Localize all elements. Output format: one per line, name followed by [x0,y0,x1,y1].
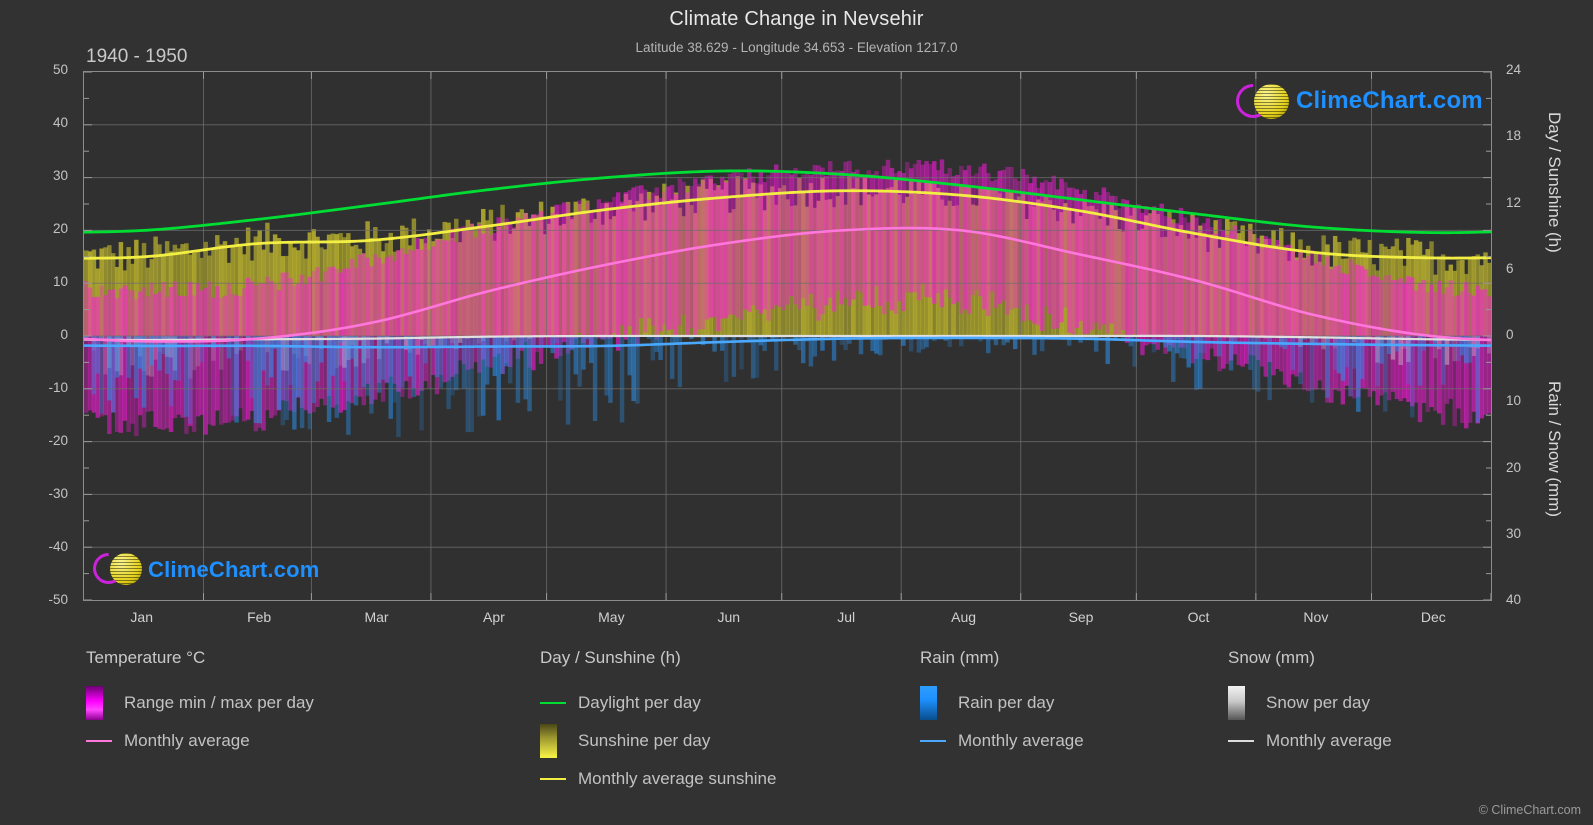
x-tick-jul: Jul [837,609,856,625]
legend-swatch-icon [540,724,557,758]
legend-group-rain-mm: Rain (mm) Rain per day Monthly average [920,648,1084,760]
legend-group-temperature-c: Temperature °C Range min / max per day Mon… [86,648,314,760]
chart-legend: Temperature °C Range min / max per day Mon… [0,648,1593,798]
legend-group-day-sunshine-h: Day / Sunshine (h) Daylight per day Sunshi… [540,648,776,798]
legend-item[interactable]: Daylight per day [540,684,776,722]
y-tick-right-top-0: 0 [1506,327,1514,342]
legend-item-label: Daylight per day [578,693,701,712]
watermark-text-top: ClimeChart.com [1296,87,1483,114]
legend-marker [540,724,578,758]
y-tick-right-top-18: 18 [1506,128,1522,144]
x-tick-dec: Dec [1420,609,1446,625]
legend-item-label: Monthly average [1266,731,1392,750]
y-tick-left--40: -40 [48,539,68,554]
legend-item-label: Monthly average [958,731,1084,750]
legend-marker [1228,686,1266,720]
chart-plot-area [83,71,1492,601]
legend-group-title: Snow (mm) [1228,648,1315,667]
legend-group-title: Day / Sunshine (h) [540,648,681,667]
legend-swatch-icon [920,686,937,720]
legend-line-icon [1228,740,1254,742]
y-tick-right-bottom-40: 40 [1506,592,1522,607]
watermark-logo-bottom: ClimeChart.com [86,546,320,591]
watermark-text-bottom: ClimeChart.com [148,557,320,582]
legend-group-snow-mm: Snow (mm) Snow per day Monthly average [1228,648,1392,760]
y-tick-right-bottom-30: 30 [1506,525,1522,541]
legend-item[interactable]: Monthly average [1228,722,1392,760]
legend-item[interactable]: Rain per day [920,684,1084,722]
legend-item[interactable]: Sunshine per day [540,722,776,760]
y-tick-left-30: 30 [52,168,68,183]
legend-marker [540,702,578,704]
x-tick-jan: Jan [130,609,153,625]
y-tick-left-10: 10 [52,274,68,289]
legend-item-label: Monthly average sunshine [578,769,777,788]
y-tick-left--20: -20 [48,433,68,448]
y-tick-right-top-6: 6 [1506,260,1514,276]
x-tick-may: May [598,609,625,625]
page-title: Climate Change in Nevsehir [669,8,924,30]
legend-marker [920,740,958,742]
y-tick-right-bottom-20: 20 [1506,459,1522,475]
legend-item-label: Monthly average [124,731,250,750]
y-tick-left-20: 20 [52,221,68,236]
legend-group-title: Temperature °C [86,648,206,667]
legend-marker [86,740,124,742]
y-tick-left--50: -50 [48,592,68,607]
chart-canvas [84,72,1491,600]
legend-item[interactable]: Monthly average sunshine [540,760,776,798]
climechart-logo-mark [1228,76,1296,126]
legend-line-icon [540,702,566,704]
x-tick-jun: Jun [717,609,741,625]
legend-line-icon [920,740,946,742]
climate-chart-page: Climate Change in Nevsehir Latitude 38.6… [0,0,1593,825]
y-tick-left-50: 50 [52,62,68,77]
legend-group-title: Rain (mm) [920,648,1000,667]
legend-swatch-icon [86,686,103,720]
x-tick-nov: Nov [1303,609,1329,625]
legend-swatch-icon [1228,686,1245,720]
y-tick-left-0: 0 [60,327,68,342]
legend-item-label: Sunshine per day [578,731,711,750]
legend-marker [540,778,578,780]
legend-marker [86,686,124,720]
legend-line-icon [540,778,566,780]
y-tick-right-top-12: 12 [1506,194,1522,210]
period-label: 1940 - 1950 [86,46,188,67]
legend-item[interactable]: Monthly average [920,722,1084,760]
x-tick-sep: Sep [1068,609,1094,625]
y-tick-left--30: -30 [48,486,68,501]
y-tick-right-bottom-10: 10 [1506,393,1522,409]
y-tick-left--10: -10 [48,380,68,395]
watermark-logo-top: ClimeChart.com [1228,76,1483,126]
legend-item[interactable]: Snow per day [1228,684,1392,722]
x-tick-aug: Aug [951,609,977,625]
y-tick-left-40: 40 [52,115,68,130]
page-subtitle: Latitude 38.629 - Longitude 34.653 - Ele… [635,40,958,55]
climechart-logo-mark [86,546,148,591]
copyright-notice: © ClimeChart.com [1478,803,1581,817]
x-tick-oct: Oct [1187,609,1210,625]
legend-line-icon [86,740,112,742]
y-tick-right-top-24: 24 [1506,62,1522,77]
legend-marker [920,686,958,720]
x-tick-feb: Feb [247,609,272,625]
legend-item-label: Range min / max per day [124,693,314,712]
legend-item-label: Snow per day [1266,693,1370,712]
legend-item[interactable]: Monthly average [86,722,314,760]
legend-marker [1228,740,1266,742]
legend-item[interactable]: Range min / max per day [86,684,314,722]
x-tick-apr: Apr [483,609,505,625]
legend-item-label: Rain per day [958,693,1055,712]
x-tick-mar: Mar [364,609,389,625]
